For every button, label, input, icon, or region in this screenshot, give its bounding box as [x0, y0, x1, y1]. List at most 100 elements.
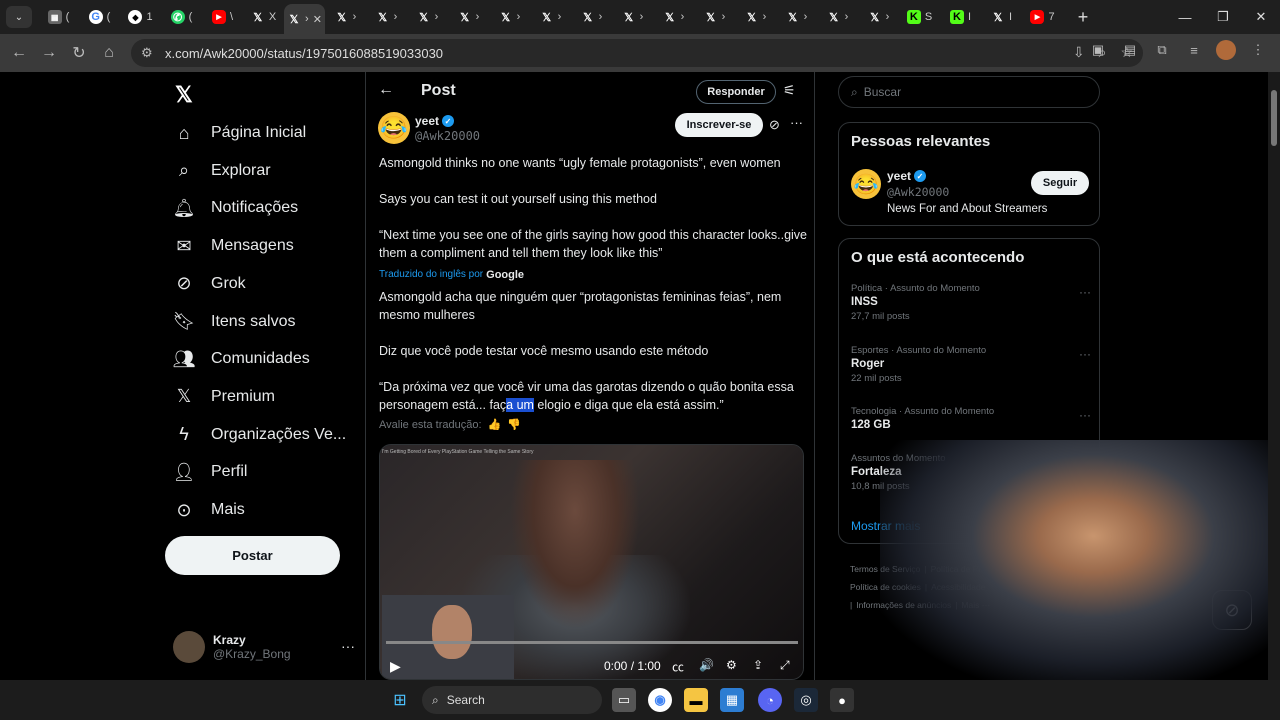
nav-item-bookmark[interactable]: 🔖︎ Itens salvos	[173, 311, 296, 333]
video-progress-bar[interactable]	[386, 641, 798, 644]
filter-sliders-icon[interactable]: ⚟	[783, 82, 796, 99]
browser-tab[interactable]: ✆(	[161, 2, 202, 32]
nav-item-person[interactable]: 👤︎ Perfil	[173, 461, 248, 483]
browser-tab[interactable]: 𝕏 ›	[325, 2, 366, 32]
account-switcher[interactable]: Krazy @Krazy_Bong ···	[173, 630, 355, 664]
tab-search-button[interactable]: ⌄	[6, 6, 32, 28]
nav-item-communities[interactable]: 👥︎ Comunidades	[173, 348, 310, 370]
author-avatar[interactable]: 😂	[378, 112, 410, 144]
x-logo-icon[interactable]: 𝕏	[175, 82, 193, 108]
subscribe-button[interactable]: Inscrever-se	[675, 113, 763, 137]
relevant-name-row[interactable]: yeet ✓	[887, 169, 927, 183]
extension-icon-2[interactable]: ▤	[1118, 38, 1142, 62]
nav-item-bell[interactable]: 🔔︎ Notificações	[173, 197, 299, 219]
browser-tab[interactable]: ▶ 7	[1022, 2, 1063, 32]
nav-item-x-premium[interactable]: 𝕏 Premium	[173, 386, 275, 408]
chrome-icon[interactable]: ◉	[648, 688, 672, 712]
video-player[interactable]: I'm Getting Bored of Every PlayStation G…	[379, 444, 804, 680]
avatar[interactable]: 😂	[851, 169, 881, 199]
browser-tab[interactable]: 𝕏 ›	[612, 2, 653, 32]
browser-tab[interactable]: 𝕏 ›	[776, 2, 817, 32]
trend-more-icon[interactable]: ···	[1079, 408, 1091, 422]
site-info-icon[interactable]: ⚙	[141, 45, 161, 61]
reply-button[interactable]: Responder	[696, 80, 776, 104]
profile-avatar-icon[interactable]	[1214, 38, 1238, 62]
search-input[interactable]: ⌕ Buscar	[838, 76, 1100, 108]
trend-item[interactable]: Tecnologia · Assunto do Momento 128 GB ···	[851, 406, 1091, 434]
author-handle[interactable]: @Awk20000	[415, 129, 480, 143]
browser-tab[interactable]: 𝕏 ›	[448, 2, 489, 32]
browser-tab[interactable]: 𝕏 ›	[694, 2, 735, 32]
steam-icon[interactable]: ◎	[794, 688, 818, 712]
browser-tab[interactable]: ▦(	[38, 2, 79, 32]
trend-item[interactable]: Política · Assunto do Momento INSS 27,7 mi…	[851, 283, 1091, 322]
thumbs-down-icon[interactable]: 👎	[507, 418, 521, 431]
nav-item-grok[interactable]: ⊘ Grok	[173, 273, 245, 295]
nav-item-mail[interactable]: ✉ Mensagens	[173, 235, 293, 257]
home-browser-icon[interactable]: ⌂	[94, 38, 124, 68]
windows-start-icon[interactable]: ⊞	[388, 688, 412, 712]
close-window-icon[interactable]: ✕	[1242, 0, 1280, 34]
grok-explain-icon[interactable]: ⊘	[769, 117, 780, 133]
back-arrow-icon[interactable]: ←	[378, 81, 394, 99]
browser-tab[interactable]: 𝕏 ›	[653, 2, 694, 32]
install-app-icon[interactable]: ⇩	[1073, 44, 1085, 61]
settings-gear-icon[interactable]: ⚙	[726, 658, 737, 672]
nav-item-home[interactable]: ⌂ Página Inicial	[173, 122, 307, 144]
browser-tab[interactable]: 𝕏 ›	[407, 2, 448, 32]
browser-tab[interactable]: 𝕏 ›	[489, 2, 530, 32]
minimize-icon[interactable]: —	[1166, 0, 1204, 34]
task-view-icon[interactable]: ▭	[612, 688, 636, 712]
relevant-handle[interactable]: @Awk20000	[887, 185, 949, 199]
play-icon[interactable]: ▶	[390, 658, 401, 675]
browser-tab[interactable]: 𝕏 ›	[858, 2, 899, 32]
scrollbar-thumb[interactable]	[1271, 90, 1277, 146]
browser-menu-icon[interactable]: ⋮	[1246, 38, 1270, 62]
author-name-row[interactable]: yeet ✓	[415, 114, 455, 128]
follow-button[interactable]: Seguir	[1031, 171, 1089, 195]
discord-icon[interactable]: ◔	[758, 688, 782, 712]
browser-tab[interactable]: 𝕏 › ✕	[284, 4, 325, 34]
browser-tab[interactable]: KI	[940, 2, 981, 32]
browser-tab[interactable]: 𝕏 ›	[366, 2, 407, 32]
maximize-icon[interactable]: ❐	[1204, 0, 1242, 34]
close-tab-icon[interactable]: ✕	[313, 13, 322, 26]
extensions-puzzle-icon[interactable]: ⧉	[1150, 38, 1174, 62]
browser-tab[interactable]: 𝕏 ›	[735, 2, 776, 32]
new-tab-button[interactable]: +	[1071, 5, 1095, 29]
nav-item-search[interactable]: ⌕ Explorar	[173, 160, 271, 182]
thumbs-up-icon[interactable]: 👍	[488, 418, 502, 431]
browser-tab[interactable]: KS	[899, 2, 940, 32]
nav-item-more-circle[interactable]: ⊙ Mais	[173, 499, 244, 521]
reload-icon[interactable]: ↻	[64, 38, 94, 68]
taskbar-search[interactable]: ⌕ Search	[422, 686, 602, 714]
forward-icon[interactable]: →	[34, 38, 64, 68]
nav-item-lightning[interactable]: ϟ Organizações Ve...	[173, 424, 346, 446]
trend-more-icon[interactable]: ···	[1079, 347, 1091, 361]
more-dots-icon[interactable]: ···	[341, 638, 355, 654]
volume-icon[interactable]: 🔊	[699, 658, 714, 672]
browser-tab[interactable]: G(	[79, 2, 120, 32]
browser-tab[interactable]: 𝕏I	[981, 2, 1022, 32]
fullscreen-icon[interactable]: ⤢	[780, 658, 790, 673]
trend-item[interactable]: Esportes · Assunto do Momento Roger 22 mil…	[851, 345, 1091, 384]
obs-icon[interactable]: ●	[830, 688, 854, 712]
extension-icon-1[interactable]: ▣	[1086, 38, 1110, 62]
reading-list-icon[interactable]: ≡	[1182, 38, 1206, 62]
address-bar[interactable]: ⚙ x.com/Awk20000/status/1975016088519033…	[131, 39, 1143, 67]
browser-tab[interactable]: ▶ \	[202, 2, 243, 32]
browser-tab[interactable]: ◆ 1	[120, 2, 161, 32]
post-button[interactable]: Postar	[165, 536, 340, 575]
browser-tab[interactable]: 𝕏 ›	[530, 2, 571, 32]
store-icon[interactable]: ▦	[720, 688, 744, 712]
browser-tab[interactable]: 𝕏 ›	[571, 2, 612, 32]
share-icon[interactable]: ⇪	[753, 658, 763, 672]
trend-more-icon[interactable]: ···	[1079, 285, 1091, 299]
back-icon[interactable]: ←	[4, 38, 34, 68]
captions-icon[interactable]: ㏄	[672, 658, 684, 675]
page-scrollbar[interactable]	[1268, 72, 1280, 680]
browser-tab[interactable]: 𝕏X	[243, 2, 284, 32]
file-explorer-icon[interactable]: ▬	[684, 688, 708, 712]
post-more-icon[interactable]: ···	[790, 115, 803, 130]
browser-tab[interactable]: 𝕏 ›	[817, 2, 858, 32]
